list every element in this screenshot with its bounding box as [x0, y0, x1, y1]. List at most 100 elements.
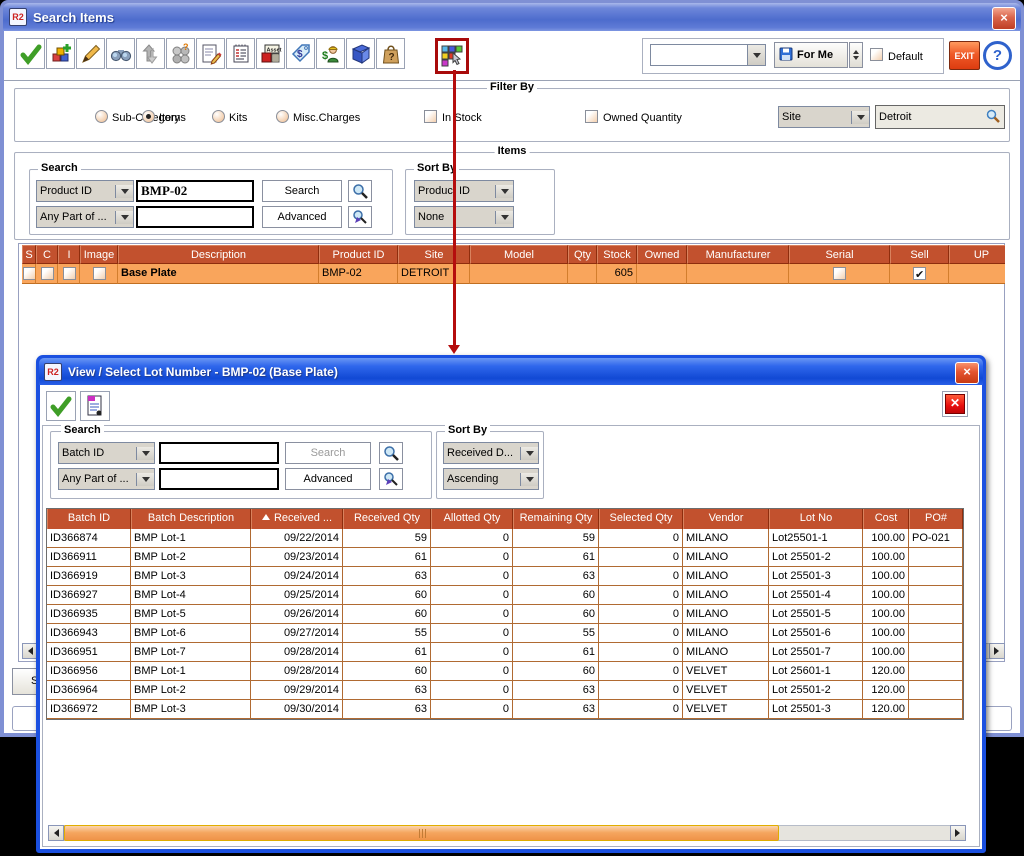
- add-item-button[interactable]: [46, 38, 75, 69]
- advanced-button[interactable]: Advanced: [262, 206, 342, 228]
- row-checkbox[interactable]: [23, 267, 36, 280]
- find-binoculars-button[interactable]: [106, 38, 135, 69]
- row-checkbox[interactable]: [93, 267, 106, 280]
- scroll-left-button[interactable]: [48, 825, 64, 841]
- transfer-arrows-button[interactable]: [136, 38, 165, 69]
- table-row[interactable]: ID366919BMP Lot-309/24/2014630630MILANOL…: [47, 567, 963, 586]
- dlg-criteria1-dropdown[interactable]: Batch ID: [58, 442, 155, 464]
- price-tag-button[interactable]: $: [286, 38, 315, 69]
- table-row[interactable]: ID366911BMP Lot-209/23/2014610610MILANOL…: [47, 548, 963, 567]
- owned-quantity-checkbox[interactable]: [585, 110, 598, 123]
- column-header-image[interactable]: Image: [80, 245, 118, 264]
- chevron-down-icon[interactable]: [520, 447, 538, 460]
- confirm-check-button[interactable]: [46, 391, 76, 421]
- scroll-right-button[interactable]: [950, 825, 966, 841]
- notes-button[interactable]: [196, 38, 225, 69]
- column-header-description[interactable]: Description: [118, 245, 319, 264]
- row-checkbox[interactable]: [833, 267, 846, 280]
- table-row[interactable]: ID366956BMP Lot-109/28/2014600600VELVETL…: [47, 662, 963, 681]
- advanced-find-icon-button[interactable]: [348, 206, 372, 228]
- column-header-stock[interactable]: Stock: [597, 245, 637, 264]
- table-row[interactable]: ID366935BMP Lot-509/26/2014600600MILANOL…: [47, 605, 963, 624]
- column-header-i[interactable]: I: [58, 245, 80, 264]
- column-header-product-id[interactable]: Product ID: [319, 245, 398, 264]
- help-button[interactable]: ?: [983, 41, 1012, 70]
- default-checkbox[interactable]: [870, 48, 883, 61]
- chevron-down-icon[interactable]: [520, 473, 538, 486]
- column-header-qty[interactable]: Qty: [568, 245, 597, 264]
- table-row[interactable]: ID366927BMP Lot-409/25/2014600600MILANOL…: [47, 586, 963, 605]
- scroll-right-button[interactable]: [989, 643, 1005, 659]
- column-header-received-qty[interactable]: Received Qty: [343, 509, 431, 529]
- dlg-value1-input[interactable]: [159, 442, 279, 464]
- dialog-hscrollbar-thumb[interactable]: [64, 825, 779, 841]
- radio-misc-charges[interactable]: [276, 110, 289, 123]
- column-header-selected-qty[interactable]: Selected Qty: [599, 509, 683, 529]
- radio-items[interactable]: [142, 110, 155, 123]
- search-value2-input[interactable]: [136, 206, 254, 228]
- search-value1-input[interactable]: BMP-02: [136, 180, 254, 202]
- dlg-sort2-dropdown[interactable]: Ascending: [443, 468, 539, 490]
- table-row[interactable]: Base PlateBMP-02DETROIT605: [22, 264, 1005, 284]
- view-report-button[interactable]: [80, 391, 110, 421]
- close-window-button[interactable]: ×: [992, 7, 1016, 30]
- column-header-up[interactable]: UP: [949, 245, 1005, 264]
- column-header-po#[interactable]: PO#: [909, 509, 963, 529]
- row-checkbox[interactable]: [63, 267, 76, 280]
- catalog-book-button[interactable]: [346, 38, 375, 69]
- column-header-batch-id[interactable]: Batch ID: [47, 509, 131, 529]
- table-row[interactable]: ID366964BMP Lot-209/29/2014630630VELVETL…: [47, 681, 963, 700]
- table-row[interactable]: ID366972BMP Lot-309/30/2014630630VELVETL…: [47, 700, 963, 719]
- chevron-down-icon[interactable]: [136, 447, 154, 460]
- preset-combobox[interactable]: [650, 44, 766, 66]
- row-checkbox[interactable]: [913, 267, 926, 280]
- column-header-model[interactable]: Model: [470, 245, 568, 264]
- column-header-owned[interactable]: Owned: [637, 245, 687, 264]
- search-icon[interactable]: [985, 108, 1001, 127]
- column-header-received-[interactable]: Received ...: [251, 509, 343, 529]
- chevron-down-icon[interactable]: [495, 185, 513, 198]
- advanced-find-icon-button[interactable]: [379, 468, 403, 490]
- dlg-value2-input[interactable]: [159, 468, 279, 490]
- quick-search-icon-button[interactable]: [379, 442, 403, 464]
- column-header-vendor[interactable]: Vendor: [683, 509, 769, 529]
- table-row[interactable]: ID366874BMP Lot-109/22/2014590590MILANOL…: [47, 529, 963, 548]
- radio-kits[interactable]: [212, 110, 225, 123]
- row-checkbox[interactable]: [41, 267, 54, 280]
- sort-field2-dropdown[interactable]: None: [414, 206, 514, 228]
- table-row[interactable]: ID366951BMP Lot-709/28/2014610610MILANOL…: [47, 643, 963, 662]
- dlg-criteria2-dropdown[interactable]: Any Part of ...: [58, 468, 155, 490]
- vendor-payment-button[interactable]: $: [316, 38, 345, 69]
- chevron-down-icon[interactable]: [747, 45, 765, 65]
- in-stock-checkbox[interactable]: [424, 110, 437, 123]
- exit-button[interactable]: EXIT: [949, 41, 980, 70]
- dialog-close-button[interactable]: ×: [955, 362, 979, 384]
- site-value-field[interactable]: Detroit: [875, 105, 1005, 129]
- confirm-check-button[interactable]: [16, 38, 45, 69]
- dlg-sort1-dropdown[interactable]: Received D...: [443, 442, 539, 464]
- column-header-cost[interactable]: Cost: [863, 509, 909, 529]
- list-report-button[interactable]: [226, 38, 255, 69]
- for-me-spinner[interactable]: [849, 42, 863, 68]
- edit-pencil-button[interactable]: [76, 38, 105, 69]
- column-header-c[interactable]: C: [36, 245, 58, 264]
- radio-sub-category[interactable]: [95, 110, 108, 123]
- quick-search-icon-button[interactable]: [348, 180, 372, 202]
- asset-register-button[interactable]: Asset: [256, 38, 285, 69]
- chevron-down-icon[interactable]: [495, 211, 513, 224]
- column-header-lot-no[interactable]: Lot No: [769, 509, 863, 529]
- chevron-down-icon[interactable]: [115, 211, 133, 224]
- column-header-allotted-qty[interactable]: Allotted Qty: [431, 509, 513, 529]
- chevron-down-icon[interactable]: [851, 111, 869, 124]
- chevron-down-icon[interactable]: [115, 185, 133, 198]
- chevron-down-icon[interactable]: [136, 473, 154, 486]
- column-header-site[interactable]: Site: [398, 245, 470, 264]
- dlg-advanced-button[interactable]: Advanced: [285, 468, 371, 490]
- site-dropdown[interactable]: Site: [778, 106, 870, 128]
- search-criteria2-dropdown[interactable]: Any Part of ...: [36, 206, 134, 228]
- search-criteria1-dropdown[interactable]: Product ID: [36, 180, 134, 202]
- sort-field1-dropdown[interactable]: Product ID: [414, 180, 514, 202]
- column-header-s[interactable]: S: [22, 245, 36, 264]
- package-inquiry-button[interactable]: ?: [376, 38, 405, 69]
- search-button[interactable]: Search: [262, 180, 342, 202]
